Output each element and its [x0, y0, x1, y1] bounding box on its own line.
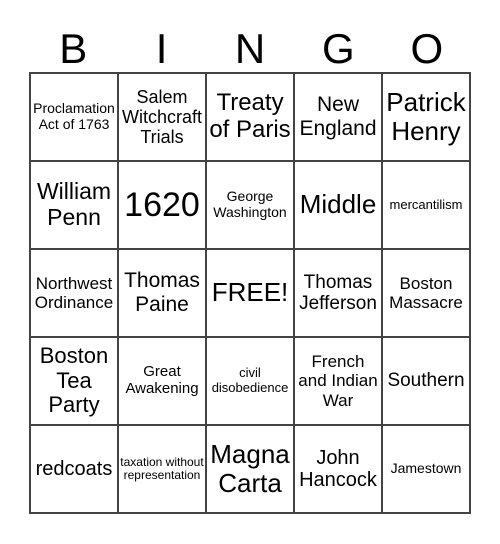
- bingo-cell[interactable]: Boston Massacre: [382, 249, 470, 337]
- bingo-cell[interactable]: Treaty of Paris: [206, 73, 294, 161]
- free-space[interactable]: FREE!: [206, 249, 294, 337]
- header-letter-g: G: [322, 25, 355, 72]
- bingo-cell[interactable]: French and Indian War: [294, 337, 382, 425]
- bingo-cell[interactable]: John Hancock: [294, 425, 382, 513]
- bingo-cell[interactable]: redcoats: [30, 425, 118, 513]
- bingo-cell[interactable]: mercantilism: [382, 161, 470, 249]
- bingo-cell[interactable]: Patrick Henry: [382, 73, 470, 161]
- header-letter-i: I: [155, 25, 168, 72]
- bingo-cell[interactable]: Magna Carta: [206, 425, 294, 513]
- bingo-cell[interactable]: Northwest Ordinance: [30, 249, 118, 337]
- bingo-cell[interactable]: taxation without representation: [118, 425, 206, 513]
- bingo-cell[interactable]: Jamestown: [382, 425, 470, 513]
- bingo-cell[interactable]: Southern: [382, 337, 470, 425]
- bingo-cell[interactable]: Boston Tea Party: [30, 337, 118, 425]
- bingo-cell[interactable]: Thomas Paine: [118, 249, 206, 337]
- header-letter-b: B: [59, 25, 88, 72]
- bingo-cell[interactable]: Middle: [294, 161, 382, 249]
- bingo-cell[interactable]: George Washington: [206, 161, 294, 249]
- header-letter-o: O: [410, 25, 444, 72]
- bingo-cell[interactable]: civil disobedience: [206, 337, 294, 425]
- bingo-grid: Proclamation Act of 1763 Salem Witchcraf…: [29, 72, 471, 514]
- bingo-cell[interactable]: New England: [294, 73, 382, 161]
- bingo-cell[interactable]: William Penn: [30, 161, 118, 249]
- bingo-cell[interactable]: Salem Witchcraft Trials: [118, 73, 206, 161]
- bingo-cell[interactable]: 1620: [118, 161, 206, 249]
- bingo-header: B I N G O: [29, 26, 471, 72]
- bingo-cell[interactable]: Proclamation Act of 1763: [30, 73, 118, 161]
- header-letter-n: N: [234, 25, 266, 72]
- bingo-cell[interactable]: Great Awakening: [118, 337, 206, 425]
- bingo-cell[interactable]: Thomas Jefferson: [294, 249, 382, 337]
